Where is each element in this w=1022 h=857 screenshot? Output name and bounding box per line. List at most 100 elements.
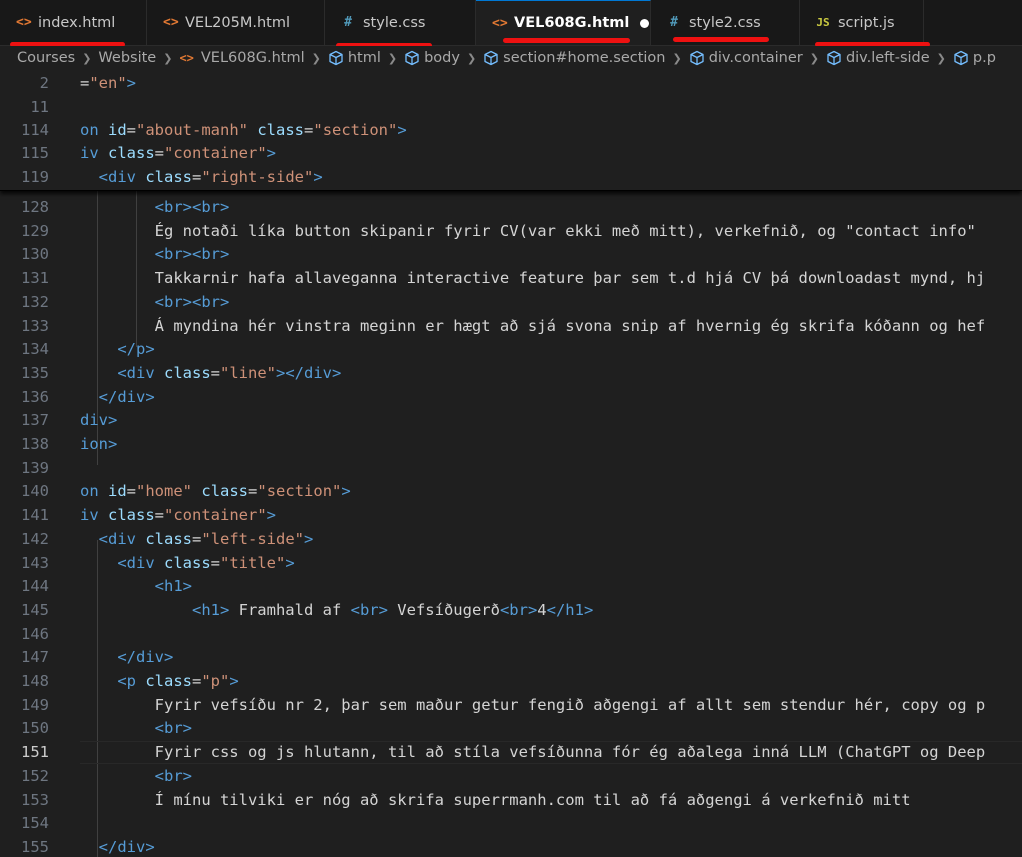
line-number: 2 xyxy=(39,74,49,92)
code-editor[interactable]: 2 ="en"> 11 114 on id="about-manh" class="se… xyxy=(0,70,1022,857)
line-number: 133 xyxy=(21,316,49,335)
tab-style-css[interactable]: # style.css xyxy=(325,0,476,45)
code-line[interactable]: 145 <h1> Framhald af <br> Vefsíðugerð<br… xyxy=(0,599,1022,622)
code-line[interactable]: 128 <br><br> xyxy=(0,196,1022,219)
code-line[interactable]: 149 Fyrir vefsíðu nr 2, þar sem maður ge… xyxy=(0,694,1022,717)
code-line[interactable]: 144 <h1> xyxy=(0,575,1022,598)
line-number: 154 xyxy=(21,814,49,833)
code-line[interactable]: 131 Takkarnir hafa allaveganna interacti… xyxy=(0,267,1022,290)
breadcrumb-item[interactable]: Website xyxy=(98,50,156,66)
tab-vel205m-html[interactable]: <> VEL205M.html xyxy=(147,0,325,45)
sticky-scroll-header[interactable]: 2 ="en"> 11 114 on id="about-manh" class="se… xyxy=(0,70,1022,191)
code-text: Ég notaði líka button skipanir fyrir CV(… xyxy=(80,220,985,243)
token: = xyxy=(192,168,202,186)
code-line[interactable]: 141 iv class="container"> xyxy=(0,504,1022,527)
line-number: 139 xyxy=(21,458,49,477)
line-number: 131 xyxy=(21,269,49,288)
token: > xyxy=(285,553,295,572)
code-line[interactable]: 151 Fyrir css og js hlutann, til að stíl… xyxy=(0,741,1022,764)
token: class xyxy=(164,363,211,382)
code-text: <br> xyxy=(80,765,192,788)
breadcrumb-item[interactable]: div.left-side xyxy=(826,50,930,66)
code-line[interactable]: 132 <br><br> xyxy=(0,291,1022,314)
token: "line" xyxy=(220,363,277,382)
sticky-scroll-divider xyxy=(0,190,1022,191)
line-number: 150 xyxy=(21,719,49,738)
token: <br><br> xyxy=(154,198,230,216)
line-number: 135 xyxy=(21,363,49,382)
code-text: </div> xyxy=(80,836,155,857)
red-annotation-underline xyxy=(503,38,630,43)
breadcrumb-item[interactable]: <> VEL608G.html xyxy=(179,50,304,66)
token: = xyxy=(154,506,165,525)
breadcrumb-item[interactable]: Courses xyxy=(17,50,75,66)
breadcrumb-item[interactable]: div.container xyxy=(689,50,803,66)
code-line[interactable]: 2 ="en"> xyxy=(0,72,1022,95)
token: = xyxy=(210,553,221,572)
token: "about-manh" xyxy=(136,121,248,139)
token: Framhald af xyxy=(229,600,351,619)
code-line[interactable]: 155 </div> xyxy=(0,836,1022,857)
token: > xyxy=(304,529,314,548)
line-number: 148 xyxy=(21,672,49,690)
code-text: Fyrir css og js hlutann, til að stíla ve… xyxy=(80,741,986,764)
unsaved-dot-icon[interactable] xyxy=(640,18,650,28)
token: on xyxy=(80,121,108,139)
code-line[interactable]: 153 Í mínu tilviki er nóg að skrifa supe… xyxy=(0,789,1022,812)
token: "section" xyxy=(313,121,398,139)
tab-index-html[interactable]: <> index.html xyxy=(0,0,147,45)
breadcrumb-item[interactable]: html xyxy=(328,50,381,66)
code-line[interactable]: 150 <br> xyxy=(0,717,1022,740)
code-line[interactable]: 152 <br> xyxy=(0,765,1022,788)
breadcrumb-label: Website xyxy=(98,50,157,66)
token: = xyxy=(154,144,165,162)
code-line[interactable]: 148 <p class="p"> xyxy=(0,670,1022,693)
breadcrumb-item[interactable]: section#home.section xyxy=(483,50,665,66)
html-file-icon: <> xyxy=(179,51,194,65)
code-line[interactable]: 135 <div class="line"></div> xyxy=(0,362,1022,385)
line-number: 140 xyxy=(21,482,49,501)
line-number: 11 xyxy=(30,98,49,116)
code-text: on id="about-manh" class="section"> xyxy=(80,119,407,142)
css-file-icon: # xyxy=(344,15,352,30)
code-line[interactable]: 119 <div class="right-side"> xyxy=(0,166,1022,189)
breadcrumb-item[interactable]: body xyxy=(404,50,460,66)
code-line[interactable]: 142 <div class="left-side"> xyxy=(0,528,1022,551)
code-line[interactable]: 140 on id="home" class="section"> xyxy=(0,480,1022,503)
tab-label: VEL205M.html xyxy=(185,14,290,31)
code-line[interactable]: 137 div> xyxy=(0,409,1022,432)
code-line[interactable]: 11 xyxy=(0,96,1022,119)
tab-script-js[interactable]: JS script.js xyxy=(800,0,924,45)
code-text: <div class="title"> xyxy=(80,552,295,575)
token: = xyxy=(210,363,221,382)
token: > xyxy=(229,672,239,690)
code-line[interactable]: 130 <br><br> xyxy=(0,243,1022,266)
html-file-icon: <> xyxy=(163,15,179,30)
code-line[interactable]: 136 </div> xyxy=(0,386,1022,409)
code-text: Takkarnir hafa allaveganna interactive f… xyxy=(80,267,986,290)
code-line[interactable]: 129 Ég notaði líka button skipanir fyrir… xyxy=(0,220,1022,243)
symbol-element-icon xyxy=(826,50,842,66)
code-text: </div> xyxy=(80,646,173,669)
line-number: 128 xyxy=(21,198,49,216)
code-line[interactable]: 138 ion> xyxy=(0,433,1022,456)
code-line[interactable]: 147 </div> xyxy=(0,646,1022,669)
code-line[interactable]: 115 iv class="container"> xyxy=(0,142,1022,165)
code-line[interactable]: 154 xyxy=(0,812,1022,835)
token: </div> xyxy=(98,837,155,856)
chevron-right-icon: ❯ xyxy=(466,51,477,65)
line-number: 114 xyxy=(21,121,49,139)
code-line[interactable]: 143 <div class="title"> xyxy=(0,552,1022,575)
line-number: 119 xyxy=(21,168,49,186)
breadcrumb-item[interactable]: p.p xyxy=(953,50,996,66)
code-line[interactable]: 146 xyxy=(0,623,1022,646)
token: = xyxy=(192,672,202,690)
code-line[interactable]: 114 on id="about-manh" class="section"> xyxy=(0,119,1022,142)
line-number: 136 xyxy=(21,387,49,406)
code-line[interactable]: 133 Á myndina hér vinstra meginn er hægt… xyxy=(0,315,1022,338)
token: div> xyxy=(80,411,118,430)
code-line[interactable]: 134 </p> xyxy=(0,338,1022,361)
code-line[interactable]: 139 xyxy=(0,457,1022,480)
token: <div xyxy=(117,553,164,572)
